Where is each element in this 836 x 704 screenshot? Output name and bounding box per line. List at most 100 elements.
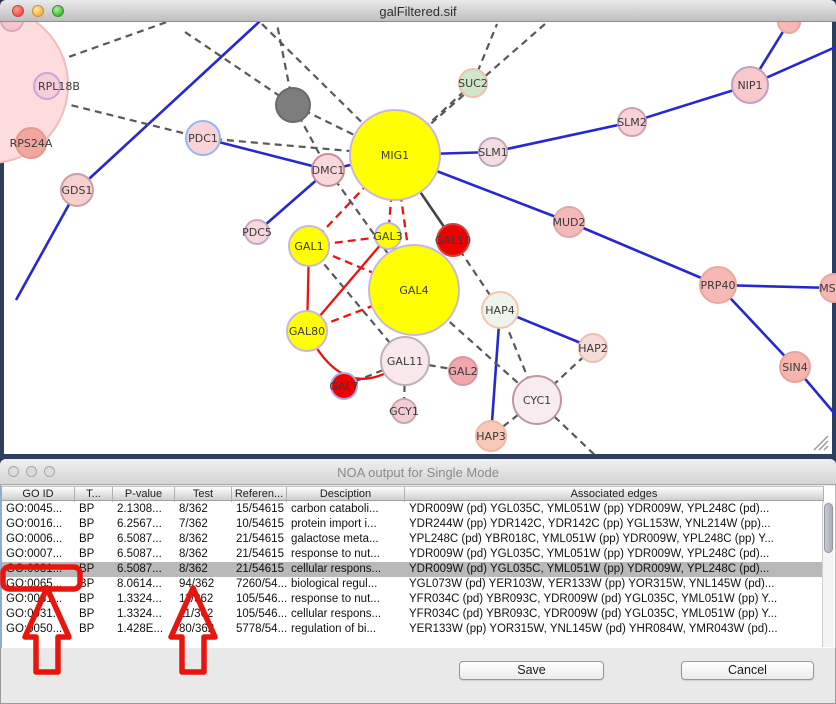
table-cell: BP [75,502,113,517]
table-cell: 94/362 [175,577,232,592]
table-cell: YFR034C (pd) YBR093C, YDR009W (pd) YGL03… [405,592,824,607]
table-cell: 8/362 [175,547,232,562]
graph-window: galFiltered.sif RPL18BRPS24AGDS1PDC1DMC1… [0,0,836,459]
column-header-p-value[interactable]: P-value [113,487,175,502]
table-cell: YPL248C (pd) YBR018C, YML051W (pp) YDR00… [405,532,824,547]
node-label-SIN4: SIN4 [782,361,807,374]
column-header-test[interactable]: Test [175,487,232,502]
node-label-RPS24A: RPS24A [10,137,53,150]
node-label-SLM1: SLM1 [478,146,508,159]
edge-SLM1-SLM2[interactable] [493,122,632,152]
table-cell: GO:0065... [2,577,75,592]
table-cell: 6.5087... [113,562,175,577]
table-row[interactable]: GO:0031...BP1.3324...11/362105/546...cel… [2,607,824,622]
table-cell: 6.2567... [113,517,175,532]
table-cell: GO:0031... [2,562,75,577]
edge-offscreen-GDS1[interactable] [77,22,272,190]
table-cell: YDR009W (pd) YGL035C, YML051W (pp) YDR00… [405,547,824,562]
table-header-row: GO IDT...P-valueTestReferen...Desciption… [2,486,824,501]
noa-output-window: NOA output for Single Mode GO IDT...P-va… [0,459,836,704]
node-label-PDC5: PDC5 [242,226,272,239]
node-label-SUC2: SUC2 [458,77,488,90]
table-row[interactable]: GO:0006...BP6.5087...8/36221/54615galact… [2,532,824,547]
button-bar: Save Cancel [0,648,836,704]
node-label-MUD2: MUD2 [552,216,585,229]
table-cell: cellular respons... [287,607,405,622]
node-toprightpink[interactable] [778,22,800,33]
table-cell: response to nut... [287,592,405,607]
column-header-desciption[interactable]: Desciption [287,487,405,502]
table-row[interactable]: GO:0031...BP1.3324...11/362105/546...res… [2,592,824,607]
table-cell: YGL073W (pd) YER103W, YER133W (pp) YOR31… [405,577,824,592]
table-cell: 10/54615 [232,517,287,532]
table-row[interactable]: GO:0007...BP6.5087...8/36221/54615respon… [2,547,824,562]
node-label-HAP4: HAP4 [485,304,514,317]
table-cell: 6.5087... [113,547,175,562]
node-label-GAL7: GAL7 [329,380,358,393]
node-label-RPL18B: RPL18B [38,80,80,93]
node-label-GAL11: GAL11 [387,355,423,368]
node-label-GAL80: GAL80 [289,325,325,338]
table-cell: regulation of bi... [287,622,405,637]
table-row[interactable]: GO:0016...BP6.2567...7/36210/54615protei… [2,517,824,532]
table-cell: 1.3324... [113,607,175,622]
table-cell: GO:0007... [2,547,75,562]
node-label-GAL2: GAL2 [448,365,477,378]
table-cell: YER133W (pp) YOR315W, YNL145W (pd) YHR08… [405,622,824,637]
save-button[interactable]: Save [459,661,604,680]
table-cell: BP [75,622,113,637]
table-cell: GO:0045... [2,502,75,517]
table-cell: 2.1308... [113,502,175,517]
resize-grip-icon[interactable] [812,434,830,452]
node-label-SLM2: SLM2 [617,116,647,129]
node-label-NIP1: NIP1 [737,79,762,92]
node-label-HAP3: HAP3 [476,430,505,443]
table-cell: 105/546... [232,592,287,607]
table-cell: 21/54615 [232,562,287,577]
table-cell: 7/362 [175,517,232,532]
table-row[interactable]: GO:0065...BP8.0614...94/3627260/54...bio… [2,577,824,592]
table-row[interactable]: GO:0050...BP1.428E...80/3625778/54...reg… [2,622,824,637]
table-cell: 8.0614... [113,577,175,592]
table-cell: BP [75,577,113,592]
graph-window-titlebar[interactable]: galFiltered.sif [0,0,836,22]
table-cell: GO:0050... [2,622,75,637]
table-cell: biological regul... [287,577,405,592]
table-cell: carbon cataboli... [287,502,405,517]
column-header-associated-edges[interactable]: Associated edges [405,487,824,502]
network-canvas[interactable]: RPL18BRPS24AGDS1PDC1DMC1MIG1SUC2SLM1SLM2… [0,22,836,459]
node-label-GDS1: GDS1 [62,184,93,197]
noa-window-title: NOA output for Single Mode [0,465,836,480]
table-row[interactable]: GO:0031...BP6.5087...8/36221/54615cellul… [2,562,824,577]
scrollbar-thumb[interactable] [824,503,833,553]
table-cell: cellular respons... [287,562,405,577]
table-body: GO:0045...BP2.1308...8/36215/54615carbon… [2,502,824,637]
network-graph: RPL18BRPS24AGDS1PDC1DMC1MIG1SUC2SLM1SLM2… [0,22,836,455]
table-cell: GO:0016... [2,517,75,532]
column-header-t-[interactable]: T... [75,487,113,502]
table-cell: YFR034C (pd) YBR093C, YDR009W (pd) YGL03… [405,607,824,622]
node-graynode[interactable] [276,88,310,122]
node-label-MSL1: MSL1 [819,282,836,295]
table-row[interactable]: GO:0045...BP2.1308...8/36215/54615carbon… [2,502,824,517]
table-cell: 80/362 [175,622,232,637]
table-cell: protein import i... [287,517,405,532]
table-cell: BP [75,532,113,547]
column-header-referen-[interactable]: Referen... [232,487,287,502]
table-cell: 11/362 [175,592,232,607]
vertical-scrollbar[interactable] [822,502,834,647]
edge-GDS1-offscreen[interactable] [16,190,77,300]
table-cell: YDR009W (pd) YGL035C, YML051W (pp) YDR00… [405,562,824,577]
node-label-HAP2: HAP2 [578,342,607,355]
node-label-GCY1: GCY1 [389,405,419,418]
node-label-GAL3: GAL3 [373,230,402,243]
edge-MUD2-PRP40[interactable] [569,222,718,285]
table-cell: 11/362 [175,607,232,622]
table-cell: 6.5087... [113,532,175,547]
cancel-button[interactable]: Cancel [681,661,814,680]
edge-offscreen-graynode[interactable] [185,32,293,105]
table-cell: YDR244W (pp) YDR142C, YDR142C (pp) YGL15… [405,517,824,532]
column-header-go-id[interactable]: GO ID [2,487,75,502]
table-cell: 8/362 [175,532,232,547]
noa-window-titlebar[interactable]: NOA output for Single Mode [0,459,836,485]
